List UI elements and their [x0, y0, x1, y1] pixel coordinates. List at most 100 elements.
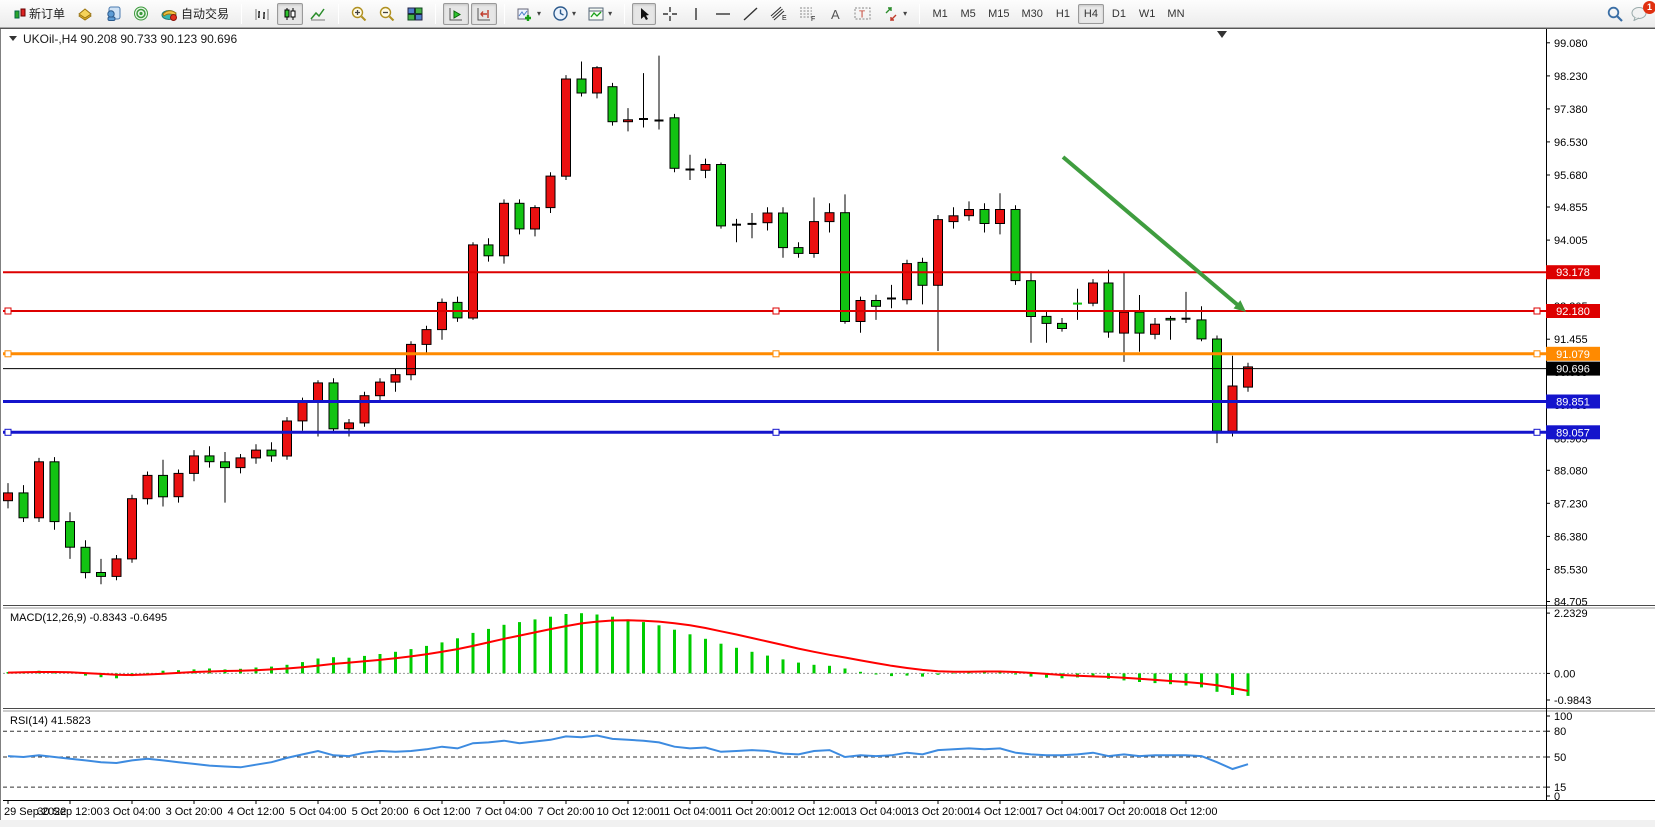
chart-shift-button[interactable] — [471, 3, 497, 25]
line-handle[interactable] — [5, 429, 11, 435]
zoom-out-button[interactable] — [374, 3, 400, 25]
toolbar-separator — [435, 4, 436, 24]
vertical-line-button[interactable] — [684, 3, 708, 25]
timeframe-M1[interactable]: M1 — [927, 4, 953, 24]
time-tick-label: 3 Oct 20:00 — [166, 806, 223, 818]
fibonacci-icon: F — [799, 6, 816, 21]
time-tick-label: 7 Oct 04:00 — [476, 806, 533, 818]
text-button[interactable]: A — [823, 3, 847, 25]
auto-scroll-button[interactable] — [443, 3, 469, 25]
time-tick-label: 11 Oct 20:00 — [721, 806, 783, 818]
fibonacci-button[interactable]: F — [794, 3, 821, 25]
timeframe-H4[interactable]: H4 — [1078, 4, 1104, 24]
periods-button[interactable]: ▾ — [548, 3, 581, 25]
line-handle[interactable] — [5, 308, 11, 314]
macd-tick-label: 0.00 — [1554, 668, 1575, 680]
timeframe-D1[interactable]: D1 — [1106, 4, 1132, 24]
candlestick-chart-icon — [282, 7, 298, 21]
time-tick-label: 17 Oct 20:00 — [1093, 806, 1156, 818]
arrows-button[interactable]: ▾ — [878, 3, 912, 25]
signals-button[interactable] — [128, 3, 154, 25]
svg-text:T: T — [859, 10, 865, 21]
text-icon: A — [829, 7, 842, 21]
timeframe-M15[interactable]: M15 — [983, 4, 1014, 24]
candlestick-chart-button[interactable] — [277, 3, 303, 25]
new-order-label: 新订单 — [29, 5, 65, 22]
line-chart-icon — [310, 7, 326, 21]
profiles-icon — [105, 6, 121, 21]
price-tick-label: 94.855 — [1554, 202, 1588, 214]
periods-clock-icon — [553, 6, 568, 21]
notifications-button[interactable]: 1 — [1631, 5, 1649, 24]
line-handle[interactable] — [5, 351, 11, 357]
chart-window[interactable]: 99.08098.23097.38096.53095.68094.85594.0… — [0, 28, 1655, 827]
timeframe-group: M1M5M15M30H1H4D1W1MN — [922, 4, 1194, 24]
trendline-button[interactable] — [738, 3, 763, 25]
toolbar-separator — [919, 4, 920, 24]
price-tick-label: 96.530 — [1554, 137, 1588, 149]
time-tick-label: 6 Oct 12:00 — [414, 806, 471, 818]
timeframe-MN[interactable]: MN — [1162, 4, 1189, 24]
cursor-button[interactable] — [632, 3, 656, 25]
price-tick-label: 94.005 — [1554, 235, 1588, 247]
time-tick-label: 18 Oct 12:00 — [1155, 806, 1218, 818]
line-handle[interactable] — [773, 308, 779, 314]
line-handle[interactable] — [773, 351, 779, 357]
rsi-label: RSI(14) 41.5823 — [10, 715, 91, 727]
new-order-button[interactable]: 新订单 — [9, 3, 70, 25]
hline-price-label: 91.079 — [1556, 349, 1590, 361]
timeframe-M30[interactable]: M30 — [1017, 4, 1048, 24]
horizontal-line-button[interactable] — [710, 3, 736, 25]
time-tick-label: 30 Sep 12:00 — [37, 806, 102, 818]
bar-chart-button[interactable] — [249, 3, 275, 25]
price-tick-label: 88.080 — [1554, 465, 1588, 477]
svg-text:A: A — [831, 7, 840, 21]
horizontal-line-icon — [715, 7, 731, 21]
time-tick-label: 12 Oct 12:00 — [783, 806, 846, 818]
line-handle[interactable] — [1534, 429, 1540, 435]
line-handle[interactable] — [773, 429, 779, 435]
main-toolbar: 新订单 自动交易 — [0, 0, 1655, 28]
time-tick-label: 3 Oct 04:00 — [104, 806, 161, 818]
timeframe-H1[interactable]: H1 — [1050, 4, 1076, 24]
market-watch-button[interactable] — [72, 3, 98, 25]
auto-trading-button[interactable]: 自动交易 — [156, 3, 234, 25]
price-tick-label: 91.455 — [1554, 334, 1588, 346]
trendline-icon — [743, 7, 758, 21]
tile-windows-button[interactable] — [402, 3, 428, 25]
new-order-icon — [14, 8, 26, 20]
cursor-icon — [638, 7, 651, 21]
time-tick-label: 5 Oct 04:00 — [290, 806, 347, 818]
signals-icon — [133, 6, 149, 21]
equidistant-channel-button[interactable]: E — [765, 3, 792, 25]
chart-canvas[interactable]: 99.08098.23097.38096.53095.68094.85594.0… — [0, 28, 1655, 827]
line-chart-button[interactable] — [305, 3, 331, 25]
zoom-in-button[interactable] — [346, 3, 372, 25]
rsi-tick-label: 100 — [1554, 711, 1572, 723]
toolbar-separator — [504, 4, 505, 24]
text-label-button[interactable]: T — [849, 3, 876, 25]
line-handle[interactable] — [1534, 351, 1540, 357]
symbol-title: UKOil-,H4 90.208 90.733 90.123 90.696 — [9, 32, 237, 46]
rsi-tick-label: 0 — [1554, 791, 1560, 803]
timeframe-W1[interactable]: W1 — [1134, 4, 1161, 24]
toolbar-separator — [338, 4, 339, 24]
hline-price-label: 92.180 — [1556, 306, 1590, 318]
search-icon[interactable] — [1607, 6, 1623, 22]
tile-windows-icon — [407, 7, 423, 21]
hline-price-label: 93.178 — [1556, 267, 1590, 279]
timeframe-M5[interactable]: M5 — [955, 4, 981, 24]
macd-tick-label: -0.9843 — [1554, 695, 1591, 707]
indicators-button[interactable]: ▾ — [512, 3, 546, 25]
notification-badge: 1 — [1643, 1, 1655, 14]
profiles-button[interactable] — [100, 3, 126, 25]
time-tick-label: 13 Oct 20:00 — [907, 806, 970, 818]
templates-button[interactable]: ▾ — [583, 3, 617, 25]
arrows-icon — [883, 7, 899, 21]
crosshair-button[interactable] — [658, 3, 682, 25]
toolbar-separator — [241, 4, 242, 24]
time-tick-label: 13 Oct 04:00 — [845, 806, 908, 818]
dropdown-arrow-icon: ▾ — [903, 9, 907, 18]
time-tick-label: 11 Oct 04:00 — [659, 806, 721, 818]
line-handle[interactable] — [1534, 308, 1540, 314]
